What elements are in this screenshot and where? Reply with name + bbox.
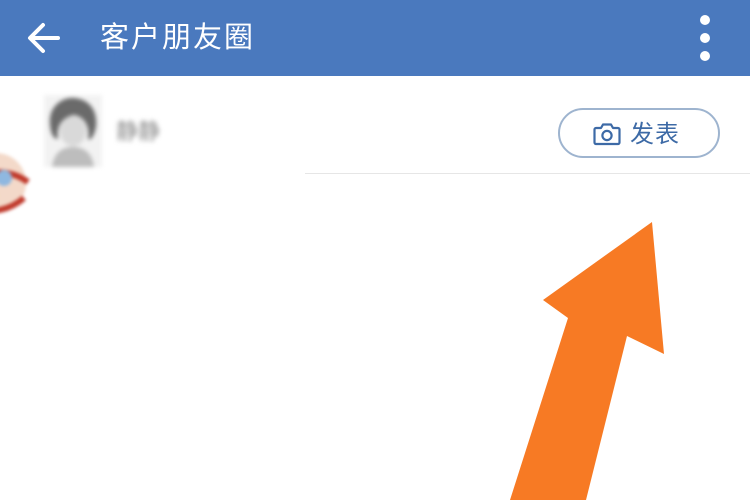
pointer-arrow-icon (510, 222, 664, 500)
